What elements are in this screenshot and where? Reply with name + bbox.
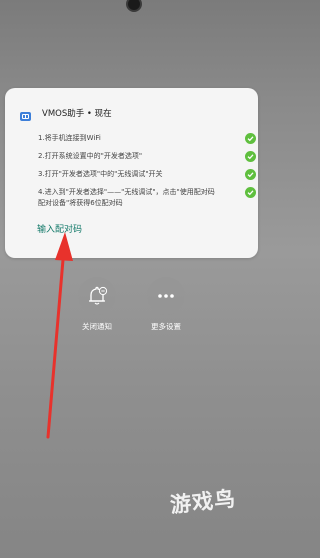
red-arrow-annotation <box>46 232 73 439</box>
